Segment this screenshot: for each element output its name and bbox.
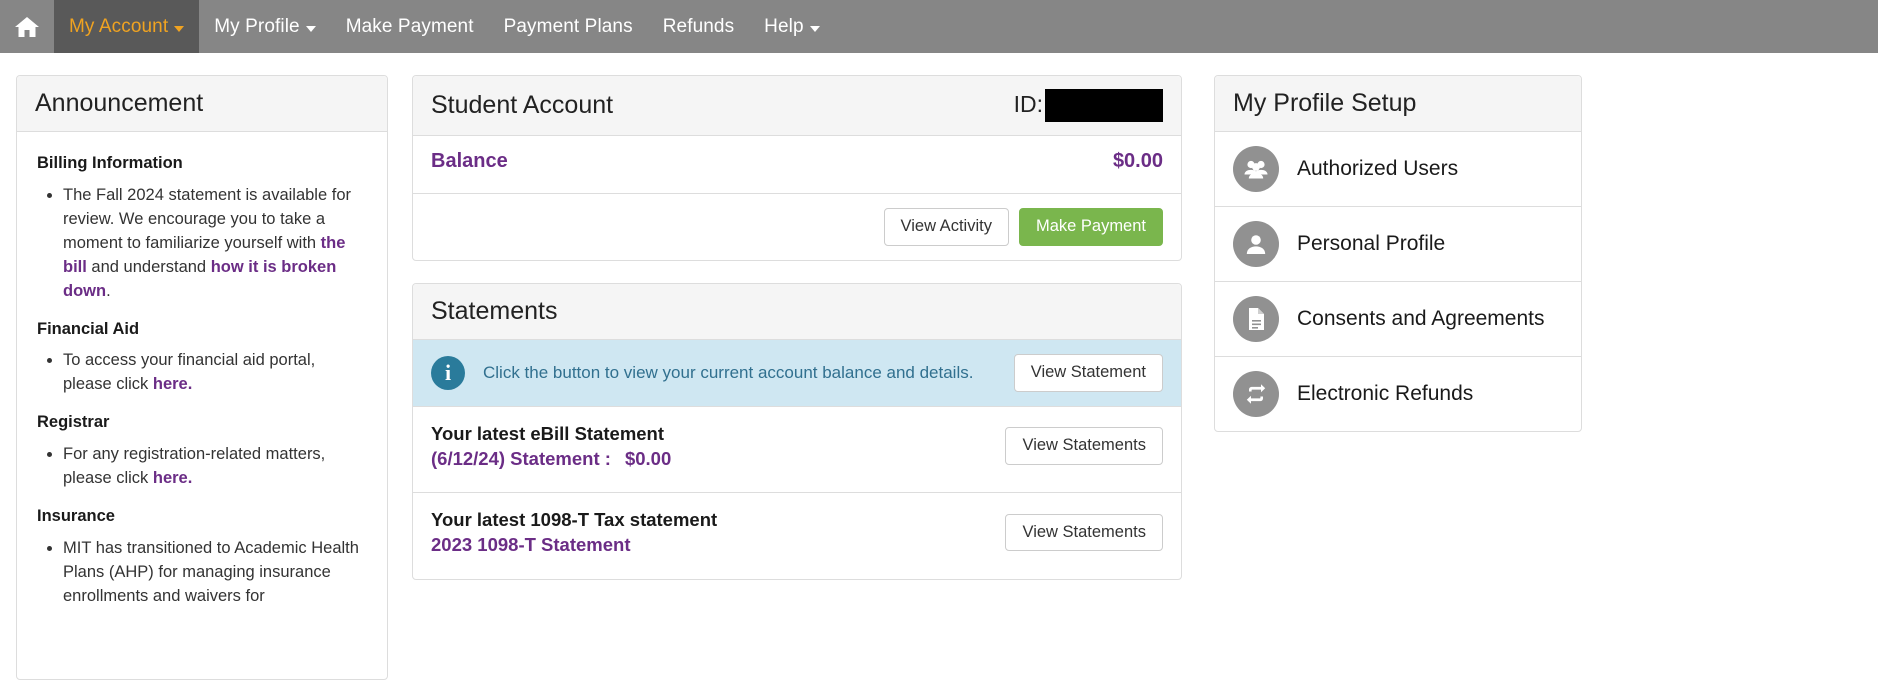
nav-label: Refunds xyxy=(662,15,735,37)
nav-label: Make Payment xyxy=(345,15,474,37)
chevron-down-icon xyxy=(809,25,820,32)
announcement-text: MIT has transitioned to Academic Health … xyxy=(63,538,359,605)
announcement-link[interactable]: here. xyxy=(153,375,192,393)
document-icon xyxy=(1233,296,1279,342)
statement-row-1098t: Your latest 1098-T Tax statement 2023 10… xyxy=(413,493,1181,579)
nav-label: Payment Plans xyxy=(503,15,633,37)
announcement-body: Billing Information The Fall 2024 stateme… xyxy=(17,132,387,609)
student-account-panel: Student Account ID: Balance $0.00 View A… xyxy=(412,75,1182,261)
main-navigation: My Account My Profile Make Payment Payme… xyxy=(0,0,1878,53)
announcement-list-item: For any registration-related matters, pl… xyxy=(63,443,367,491)
balance-row: Balance $0.00 xyxy=(413,136,1181,194)
statement-subtitle[interactable]: (6/12/24) Statement : $0.00 xyxy=(431,448,671,470)
statement-title: Your latest eBill Statement xyxy=(431,422,665,444)
main-column: Student Account ID: Balance $0.00 View A… xyxy=(412,75,1182,580)
announcement-header: Announcement xyxy=(17,76,387,132)
student-id-label: ID: xyxy=(1013,91,1043,118)
make-payment-button[interactable]: Make Payment xyxy=(1018,208,1163,246)
profile-item-label: Electronic Refunds xyxy=(1297,382,1474,405)
profile-item-label: Personal Profile xyxy=(1297,232,1446,255)
balance-link[interactable]: Balance xyxy=(431,150,508,173)
profile-item-authorized-users[interactable]: Authorized Users xyxy=(1215,132,1581,207)
nav-label: My Account xyxy=(69,15,169,37)
announcement-panel: Announcement Billing Information The Fall… xyxy=(16,75,388,680)
view-statements-button-1098t[interactable]: View Statements xyxy=(1005,513,1163,552)
profile-setup-column: My Profile Setup Authorized Users Person… xyxy=(1214,75,1582,432)
statement-amount: $0.00 xyxy=(624,447,672,469)
announcement-section-heading: Registrar xyxy=(37,413,110,432)
statements-panel: Statements i Click the button to view yo… xyxy=(412,282,1182,580)
view-activity-button[interactable]: View Activity xyxy=(883,208,1009,246)
nav-label: My Profile xyxy=(214,15,300,37)
home-button[interactable] xyxy=(0,0,54,53)
nav-item-refunds[interactable]: Refunds xyxy=(648,0,749,53)
profile-item-personal-profile[interactable]: Personal Profile xyxy=(1215,207,1581,282)
nav-item-my-account[interactable]: My Account xyxy=(54,0,200,53)
chevron-down-icon xyxy=(174,25,185,32)
view-statements-button-ebill[interactable]: View Statements xyxy=(1005,427,1163,465)
nav-item-payment-plans[interactable]: Payment Plans xyxy=(489,0,648,53)
balance-amount: $0.00 xyxy=(1112,150,1163,172)
announcement-section-heading: Financial Aid xyxy=(37,319,140,338)
profile-item-label: Consents and Agreements xyxy=(1297,307,1545,330)
statement-subtitle[interactable]: 2023 1098-T Statement xyxy=(431,534,717,556)
profile-item-electronic-refunds[interactable]: Electronic Refunds xyxy=(1215,357,1581,431)
statement-info: Your latest eBill Statement (6/12/24) St… xyxy=(431,423,671,470)
announcement-text: . xyxy=(106,281,111,300)
announcement-list-item: The Fall 2024 statement is available for… xyxy=(63,184,367,304)
announcement-section-heading: Insurance xyxy=(37,507,115,526)
nav-item-help[interactable]: Help xyxy=(749,0,834,53)
nav-label: Help xyxy=(764,15,804,37)
profile-item-consents[interactable]: Consents and Agreements xyxy=(1215,282,1581,357)
user-icon xyxy=(1233,221,1279,267)
nav-item-my-profile[interactable]: My Profile xyxy=(199,0,330,53)
student-id: ID: xyxy=(1014,89,1163,122)
account-actions: View Activity Make Payment xyxy=(413,194,1181,260)
statement-row-ebill: Your latest eBill Statement (6/12/24) St… xyxy=(413,407,1181,493)
statements-header: Statements xyxy=(413,283,1181,340)
info-circle-icon: i xyxy=(431,355,465,390)
statement-info: Your latest 1098-T Tax statement 2023 10… xyxy=(431,509,717,556)
announcement-list-item: MIT has transitioned to Academic Health … xyxy=(63,537,367,609)
refund-loop-icon xyxy=(1233,371,1279,417)
profile-setup-title: My Profile Setup xyxy=(1233,89,1417,117)
announcement-list-item: To access your financial aid portal, ple… xyxy=(63,349,367,397)
student-account-header: Student Account ID: xyxy=(413,76,1181,136)
announcement-section-heading: Billing Information xyxy=(37,154,183,172)
statements-alert: i Click the button to view your current … xyxy=(413,339,1181,407)
student-id-redacted-value xyxy=(1045,89,1163,122)
page-content: Announcement Billing Information The Fall… xyxy=(0,53,1878,700)
announcement-text: The Fall 2024 statement is available for… xyxy=(63,185,351,252)
profile-setup-header: My Profile Setup xyxy=(1215,76,1581,132)
profile-item-label: Authorized Users xyxy=(1297,157,1459,180)
announcement-text: For any registration-related matters, pl… xyxy=(63,445,326,488)
announcement-link[interactable]: here. xyxy=(153,469,192,487)
announcement-column: Announcement Billing Information The Fall… xyxy=(16,75,388,680)
announcement-list: MIT has transitioned to Academic Health … xyxy=(37,537,367,609)
nav-item-make-payment[interactable]: Make Payment xyxy=(331,0,489,53)
announcement-title: Announcement xyxy=(35,89,204,117)
statement-date-label: (6/12/24) Statement : xyxy=(431,447,611,469)
statements-title: Statements xyxy=(431,296,558,325)
statements-alert-text: Click the button to view your current ac… xyxy=(483,362,974,382)
chevron-down-icon xyxy=(305,25,316,32)
student-account-title: Student Account xyxy=(431,91,614,119)
statement-title: Your latest 1098-T Tax statement xyxy=(431,509,718,531)
announcement-list: To access your financial aid portal, ple… xyxy=(37,349,367,397)
profile-setup-panel: My Profile Setup Authorized Users Person… xyxy=(1214,75,1582,432)
view-statement-button[interactable]: View Statement xyxy=(1013,353,1163,392)
announcement-list: For any registration-related matters, pl… xyxy=(37,443,367,491)
home-icon xyxy=(14,15,40,39)
announcement-list: The Fall 2024 statement is available for… xyxy=(37,184,367,304)
announcement-text: and understand xyxy=(86,257,211,276)
users-group-icon xyxy=(1233,146,1279,192)
